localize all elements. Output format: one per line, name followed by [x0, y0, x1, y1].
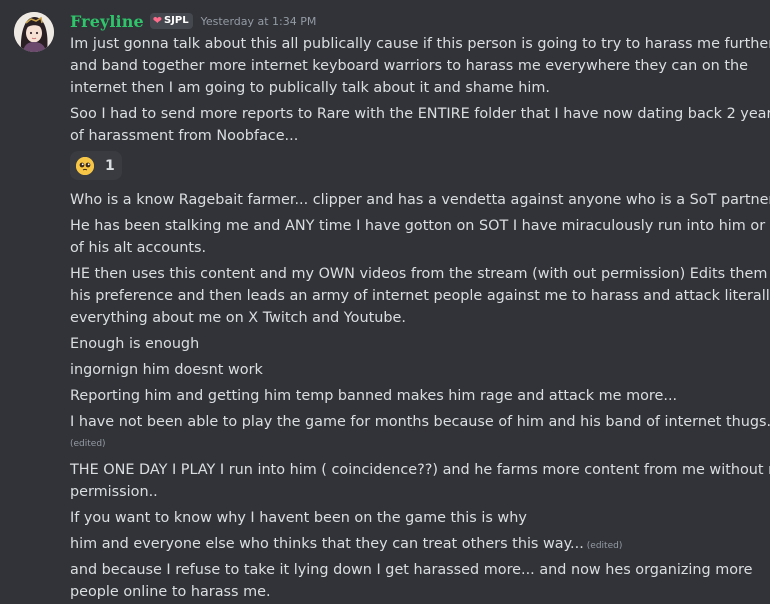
message-line: people online to harass me. — [70, 584, 271, 600]
username[interactable]: Freyline — [70, 12, 144, 31]
edited-label: (edited) — [70, 439, 106, 449]
message: HE then uses this content and my OWN vid… — [70, 263, 770, 329]
message-line: THE ONE DAY I PLAY I run into him ( coin… — [70, 462, 770, 478]
message-line: internet then I am going to publically t… — [70, 80, 550, 96]
message-line: I have not been able to play the game fo… — [70, 414, 770, 430]
message: THE ONE DAY I PLAY I run into him ( coin… — [70, 459, 770, 503]
message: Who is a know Ragebait farmer... clipper… — [70, 189, 770, 211]
message-group: Freyline ❤ SJPL Yesterday at 1:34 PM Im … — [0, 0, 770, 604]
message-line: Who is a know Ragebait farmer... clipper… — [70, 192, 770, 208]
message-line: him and everyone else who thinks that th… — [70, 533, 754, 557]
message-line: and band together more internet keyboard… — [70, 58, 748, 74]
reaction-button[interactable]: 1 — [70, 151, 122, 180]
pleading-face-icon — [76, 156, 94, 175]
message: If you want to know why I havent been on… — [70, 507, 754, 529]
heart-icon: ❤ — [152, 14, 162, 27]
message-line: and because I refuse to take it lying do… — [70, 562, 753, 578]
message-text: him and everyone else who thinks that th… — [70, 536, 584, 552]
message: I have not been able to play the game fo… — [70, 411, 770, 433]
edited-label: (edited) — [586, 541, 623, 551]
message-line: HE then uses this content and my OWN vid… — [70, 266, 770, 282]
message: He has been stalking me and ANY time I h… — [70, 215, 770, 259]
message: ingornign him doesnt work — [70, 359, 754, 381]
message-line: of his alt accounts. — [70, 240, 207, 256]
message: and because I refuse to take it lying do… — [70, 559, 754, 603]
avatar-image — [14, 12, 54, 52]
message: Enough is enough — [70, 333, 754, 355]
message: him and everyone else who thinks that th… — [70, 533, 754, 557]
message: Soo I had to send more reports to Rare w… — [70, 103, 770, 147]
server-tag[interactable]: ❤ SJPL — [149, 13, 193, 29]
message-line: Reporting him and getting him temp banne… — [70, 388, 678, 404]
message-line: of harassment from Noobface... — [70, 128, 299, 144]
message-line: Enough is enough — [70, 336, 200, 352]
message-line: everything about me on X Twitch and Yout… — [70, 310, 406, 326]
message-line: If you want to know why I havent been on… — [70, 510, 527, 526]
message-line: He has been stalking me and ANY time I h… — [70, 218, 770, 234]
message-line: permission.. — [70, 484, 158, 500]
reaction-count: 1 — [105, 157, 115, 174]
message-line: Soo I had to send more reports to Rare w… — [70, 106, 770, 122]
avatar[interactable] — [14, 12, 54, 52]
message-header: Freyline ❤ SJPL Yesterday at 1:34 PM — [70, 10, 316, 32]
timestamp[interactable]: Yesterday at 1:34 PM — [201, 15, 317, 28]
server-tag-label: SJPL — [163, 15, 189, 26]
message-line: his preference and then leads an army of… — [70, 288, 770, 304]
message: Im just gonna talk about this all public… — [70, 33, 770, 99]
message-line: Im just gonna talk about this all public… — [70, 36, 770, 52]
message-line: ingornign him doesnt work — [70, 362, 263, 378]
message: Reporting him and getting him temp banne… — [70, 385, 754, 407]
